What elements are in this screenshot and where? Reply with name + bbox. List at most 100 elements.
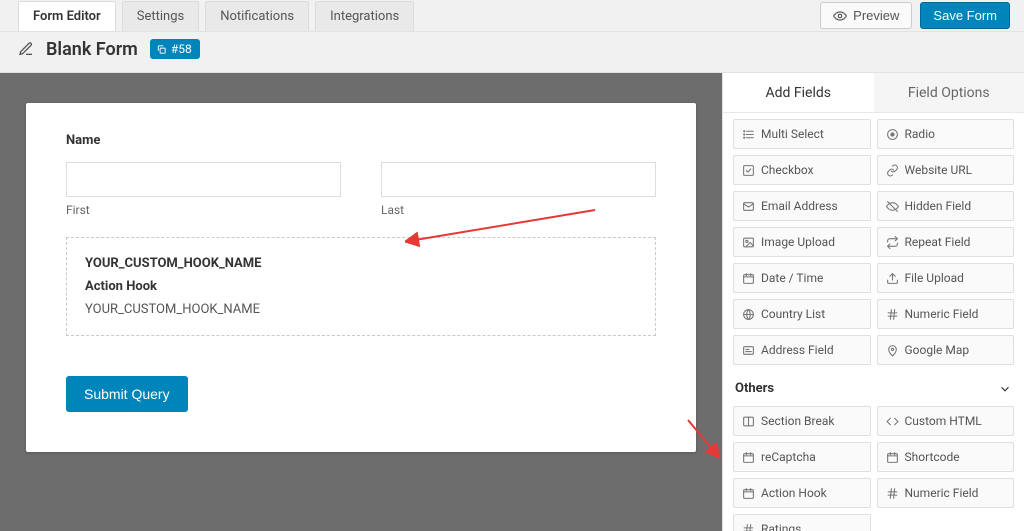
field-tile-grid-others: Section Break Custom HTML reCaptcha Shortco… [733,406,1014,531]
field-tile-label: Action Hook [761,486,827,500]
hash-icon [886,308,899,321]
action-hook-type-label: Action Hook [85,279,637,294]
field-tile-label: Image Upload [761,235,835,249]
calendar-icon [742,451,755,464]
field-tile-label: Address Field [761,343,834,357]
field-tile-shortcode[interactable]: Shortcode [877,442,1015,472]
globe-icon [742,308,755,321]
mail-icon [742,200,755,213]
tab-settings[interactable]: Settings [122,1,199,31]
name-field-label: Name [66,133,656,148]
field-tile-label: Numeric Field [905,486,979,500]
field-tile-label: Google Map [905,343,970,357]
field-tile-ratings[interactable]: Ratings [733,514,871,531]
tab-add-fields[interactable]: Add Fields [723,73,874,112]
form-editor-canvas: Name First Last YOUR_CUSTOM_HOOK_NAME Ac… [0,73,722,531]
tab-integrations[interactable]: Integrations [315,1,414,31]
page-title: Blank Form [46,39,138,60]
field-tile-recaptcha[interactable]: reCaptcha [733,442,871,472]
radio-icon [886,128,899,141]
chevron-down-icon [998,382,1012,396]
field-tile-label: Country List [761,307,825,321]
field-tile-label: Radio [905,127,935,141]
field-tile-label: Numeric Field [905,307,979,321]
form-card: Name First Last YOUR_CUSTOM_HOOK_NAME Ac… [26,103,696,452]
field-tile-label: Checkbox [761,163,814,177]
field-tile-radio[interactable]: Radio [877,119,1015,149]
section-others-label: Others [735,381,774,396]
action-hook-name: YOUR_CUSTOM_HOOK_NAME [85,256,637,271]
field-tile-section-break[interactable]: Section Break [733,406,871,436]
field-tile-website-url[interactable]: Website URL [877,155,1015,185]
link-icon [886,164,899,177]
field-tile-date-time[interactable]: Date / Time [733,263,871,293]
action-hook-block[interactable]: YOUR_CUSTOM_HOOK_NAME Action Hook YOUR_C… [66,237,656,336]
code-icon [886,415,899,428]
calendar-icon [742,272,755,285]
last-name-sublabel: Last [381,203,656,217]
field-tile-label: Hidden Field [905,199,972,213]
save-form-button[interactable]: Save Form [920,2,1010,29]
page-header: Blank Form #58 [0,32,1024,72]
last-name-input[interactable] [381,162,656,197]
name-field-group: Name First Last [66,133,656,217]
list-icon [742,128,755,141]
fields-panel: Add Fields Field Options Multi Select Rad… [722,73,1024,531]
field-tile-label: Website URL [905,163,973,177]
card-icon [742,344,755,357]
field-tile-label: Shortcode [905,450,960,464]
tab-notifications[interactable]: Notifications [205,1,309,31]
field-tile-checkbox[interactable]: Checkbox [733,155,871,185]
field-tile-grid: Multi Select Radio Checkbox Website URL Emai… [733,119,1014,365]
field-tile-image-upload[interactable]: Image Upload [733,227,871,257]
field-tile-multi-select[interactable]: Multi Select [733,119,871,149]
calendar-icon [886,451,899,464]
action-hook-slug: YOUR_CUSTOM_HOOK_NAME [85,302,637,317]
field-tile-repeat-field[interactable]: Repeat Field [877,227,1015,257]
field-tile-email-address[interactable]: Email Address [733,191,871,221]
first-name-sublabel: First [66,203,341,217]
field-tile-label: Multi Select [761,127,824,141]
check-icon [742,164,755,177]
field-tile-label: File Upload [905,271,964,285]
upload-icon [886,272,899,285]
copy-icon [156,44,167,55]
field-tile-country-list[interactable]: Country List [733,299,871,329]
tab-field-options[interactable]: Field Options [874,73,1024,112]
first-name-input[interactable] [66,162,341,197]
field-tile-numeric-field[interactable]: Numeric Field [877,299,1015,329]
shortcode-badge-label: #58 [171,42,192,56]
field-tile-label: Email Address [761,199,838,213]
submit-button[interactable]: Submit Query [66,376,188,412]
field-tile-custom-html[interactable]: Custom HTML [877,406,1015,436]
repeat-icon [886,236,899,249]
preview-button[interactable]: Preview [820,2,912,29]
toolbar: Form Editor Settings Notifications Integ… [0,0,1024,32]
columns-icon [742,415,755,428]
field-tile-google-map[interactable]: Google Map [877,335,1015,365]
eye-icon [833,9,847,23]
field-tile-label: Date / Time [761,271,823,285]
tab-form-editor[interactable]: Form Editor [18,1,116,31]
top-actions: Preview Save Form [820,2,1024,29]
field-tile-label: Repeat Field [905,235,971,249]
field-tile-label: Ratings [761,522,801,531]
calendar-icon [742,487,755,500]
field-tile-label: reCaptcha [761,450,816,464]
eye-off-icon [886,200,899,213]
field-tile-label: Section Break [761,414,834,428]
pin-icon [886,344,899,357]
field-tile-action-hook[interactable]: Action Hook [733,478,871,508]
section-others[interactable]: Others [735,381,1012,396]
fields-scroll[interactable]: Multi Select Radio Checkbox Website URL Emai… [723,113,1024,531]
hash-icon [742,523,755,531]
field-tile-numeric-field[interactable]: Numeric Field [877,478,1015,508]
preview-button-label: Preview [853,8,899,23]
editor-tabs: Form Editor Settings Notifications Integ… [18,1,414,31]
field-tile-address-field[interactable]: Address Field [733,335,871,365]
shortcode-badge[interactable]: #58 [150,39,200,59]
field-tile-hidden-field[interactable]: Hidden Field [877,191,1015,221]
image-icon [742,236,755,249]
field-tile-file-upload[interactable]: File Upload [877,263,1015,293]
pencil-icon [18,41,34,57]
